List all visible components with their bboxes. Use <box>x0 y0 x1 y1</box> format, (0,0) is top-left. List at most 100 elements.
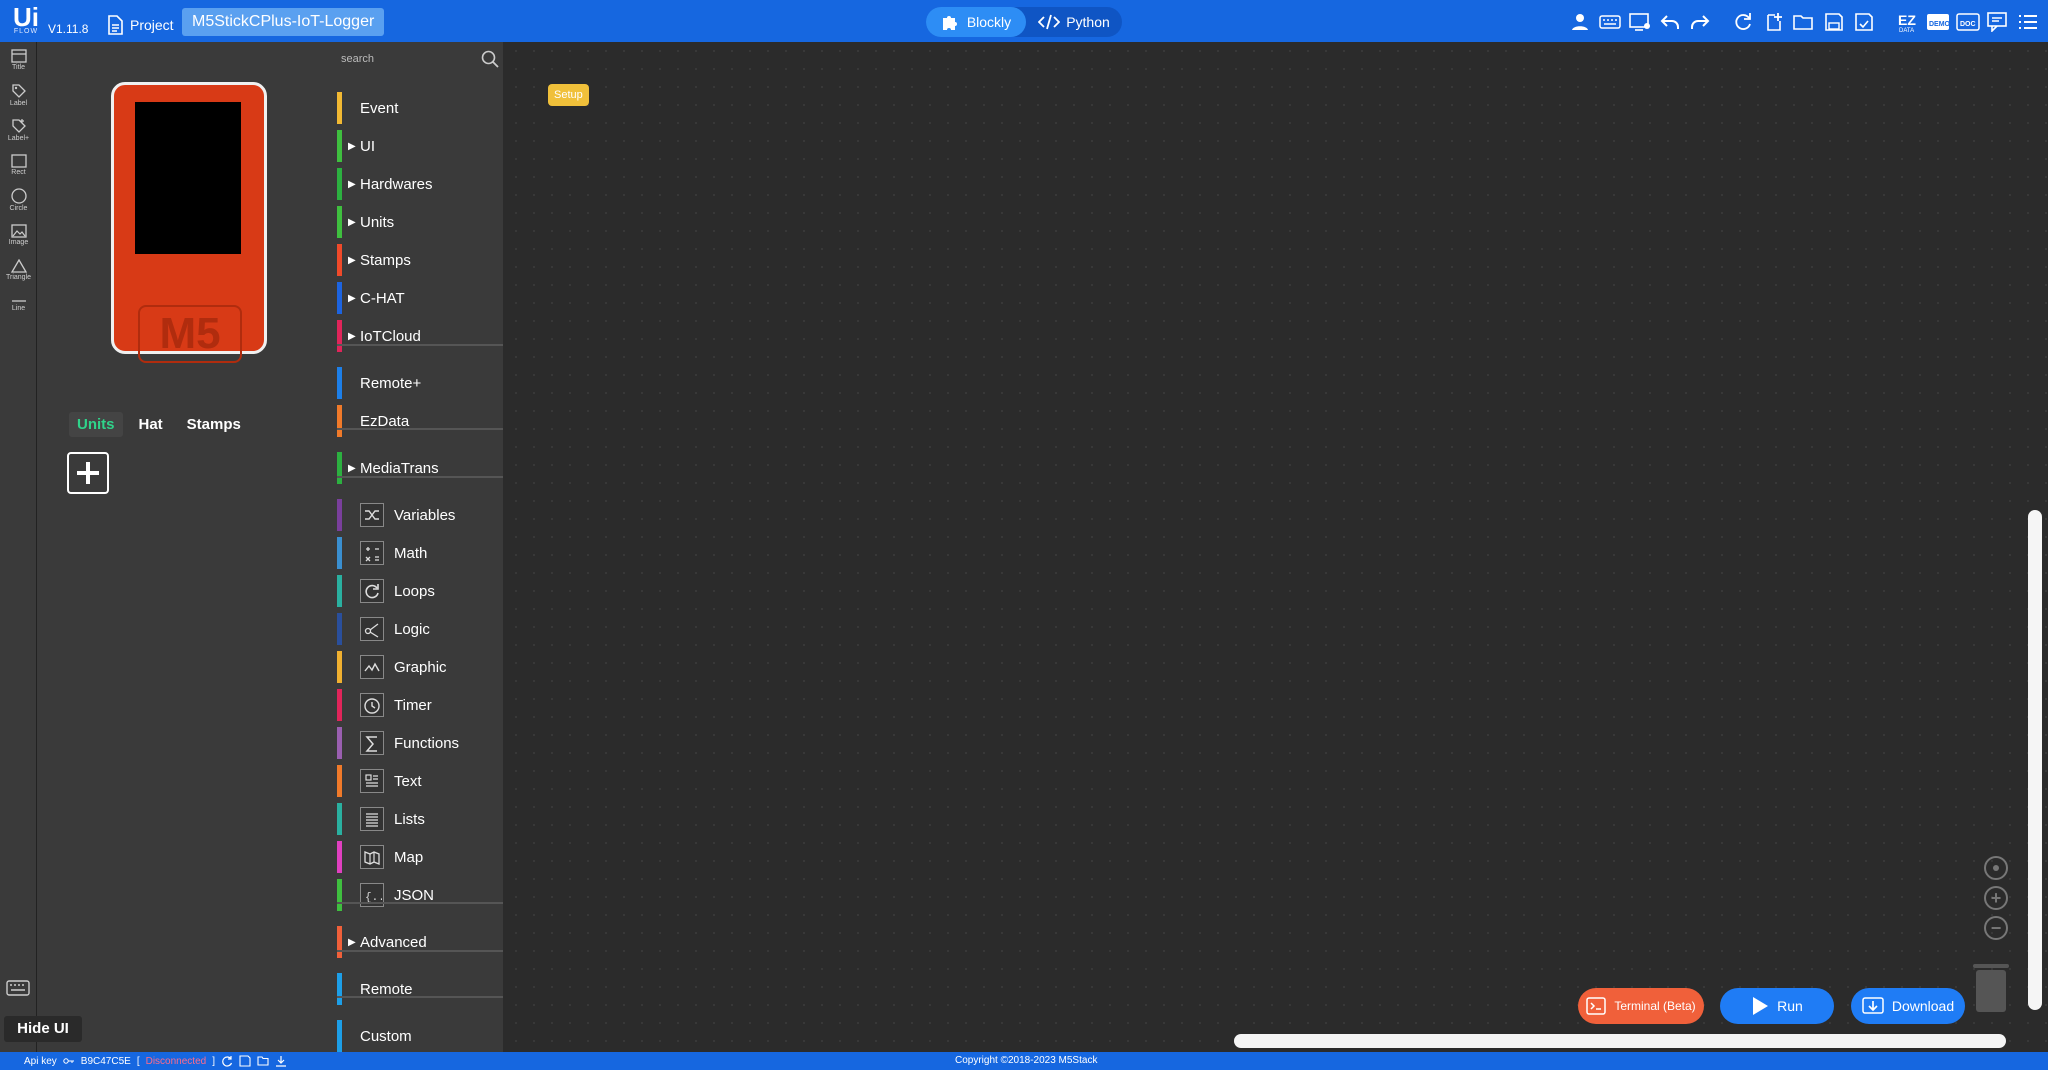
tool-label-plus[interactable]: Label+ <box>0 112 37 147</box>
category-remote-[interactable]: Remote+ <box>337 367 503 399</box>
block-toolbox: search Event ▶ UI ▶ Hardwares ▶ Units ▶ Stamps ▶ C… <box>337 42 505 1052</box>
tool-label: Image <box>8 238 29 246</box>
hide-ui-button[interactable]: Hide UI <box>4 1016 82 1042</box>
category-lists[interactable]: Lists <box>337 803 503 835</box>
category-color-bar <box>337 405 342 437</box>
category-color-bar <box>337 803 342 835</box>
category-c-hat[interactable]: ▶ C-HAT <box>337 282 503 314</box>
map-icon <box>360 845 384 869</box>
zoom-in-icon[interactable]: + <box>1984 886 2008 910</box>
tool-circle[interactable]: Circle <box>0 182 37 217</box>
search-input[interactable]: search <box>341 53 374 65</box>
category-variables[interactable]: Variables <box>337 499 503 531</box>
save-as-icon[interactable] <box>1852 10 1876 34</box>
category-map[interactable]: Map <box>337 841 503 873</box>
zoom-controls: + − <box>1984 856 2008 940</box>
category-units[interactable]: ▶ Units <box>337 206 503 238</box>
search-icon[interactable] <box>481 50 499 68</box>
tool-line[interactable]: Line <box>0 287 37 322</box>
expand-arrow-icon: ▶ <box>348 178 356 190</box>
tab-units[interactable]: Units <box>69 412 123 437</box>
demo-icon[interactable]: DEMO <box>1926 10 1950 34</box>
plus-icon <box>77 462 99 484</box>
terminal-icon <box>1586 997 1607 1015</box>
python-mode-button[interactable]: Python <box>1026 7 1122 37</box>
category-functions[interactable]: Functions <box>337 727 503 759</box>
tool-image[interactable]: Image <box>0 217 37 252</box>
download-small-icon[interactable] <box>275 1055 287 1067</box>
category-advanced[interactable]: ▶ Advanced <box>337 926 503 958</box>
category-graphic[interactable]: Graphic <box>337 651 503 683</box>
download-label: Download <box>1891 998 1955 1014</box>
save-small-icon[interactable] <box>239 1055 251 1067</box>
category-color-bar <box>337 282 342 314</box>
category-ezdata[interactable]: EzData <box>337 405 503 437</box>
category-color-bar <box>337 575 342 607</box>
project-name-field[interactable]: M5StickCPlus-IoT-Logger <box>182 8 385 36</box>
folder-small-icon[interactable] <box>257 1055 269 1067</box>
project-label: Project <box>130 17 174 33</box>
category-mediatrans[interactable]: ▶ MediaTrans <box>337 452 503 484</box>
category-color-bar <box>337 92 342 124</box>
device-screen-icon[interactable] <box>1628 10 1652 34</box>
blockly-mode-button[interactable]: Blockly <box>926 7 1026 37</box>
trash-icon[interactable] <box>1973 964 2009 1012</box>
uiflow-logo[interactable]: Ui FLOW <box>8 4 44 40</box>
category-timer[interactable]: Timer <box>337 689 503 721</box>
add-unit-button[interactable] <box>67 452 109 494</box>
keyboard-icon[interactable] <box>1598 10 1622 34</box>
category-loops[interactable]: Loops <box>337 575 503 607</box>
category-logic[interactable]: Logic <box>337 613 503 645</box>
download-button[interactable]: Download <box>1851 988 1965 1024</box>
tool-title[interactable]: Title <box>0 42 37 77</box>
run-button[interactable]: Run <box>1720 988 1834 1024</box>
refresh-100-icon[interactable] <box>1732 10 1756 34</box>
category-iotcloud[interactable]: ▶ IoTCloud <box>337 320 503 352</box>
new-file-icon[interactable] <box>1762 10 1786 34</box>
horizontal-scrollbar[interactable] <box>1234 1034 2006 1048</box>
redo-icon[interactable] <box>1688 10 1712 34</box>
category-remote[interactable]: Remote <box>337 973 503 1005</box>
device-screen[interactable] <box>135 102 241 254</box>
category-event[interactable]: Event <box>337 92 503 124</box>
category-ui[interactable]: ▶ UI <box>337 130 503 162</box>
open-folder-icon[interactable] <box>1792 10 1816 34</box>
tab-hat[interactable]: Hat <box>131 412 171 437</box>
save-icon[interactable] <box>1822 10 1846 34</box>
undo-icon[interactable] <box>1658 10 1682 34</box>
tool-label: Triangle <box>5 273 32 281</box>
user-icon[interactable] <box>1568 10 1592 34</box>
category-color-bar <box>337 499 342 531</box>
tool-rect[interactable]: Rect <box>0 147 37 182</box>
vertical-scrollbar[interactable] <box>2028 510 2042 1010</box>
ezdata-icon[interactable]: EZ DATA <box>1896 10 1920 34</box>
key-icon <box>63 1058 74 1064</box>
api-key-value[interactable]: B9C47C5E <box>81 1056 131 1067</box>
project-button[interactable]: Project <box>106 12 174 38</box>
category-math[interactable]: Math <box>337 537 503 569</box>
keyboard-shortcuts-icon[interactable] <box>6 980 30 1001</box>
docs-icon[interactable]: DOC <box>1956 10 1980 34</box>
menu-icon[interactable] <box>2016 10 2040 34</box>
tab-stamps[interactable]: Stamps <box>179 412 249 437</box>
category-text[interactable]: Text <box>337 765 503 797</box>
category-custom[interactable]: Custom <box>337 1020 503 1052</box>
terminal-button[interactable]: Terminal (Beta) <box>1578 988 1704 1024</box>
refresh-icon[interactable] <box>221 1055 233 1067</box>
toolbox-search[interactable]: search <box>341 48 499 70</box>
tool-triangle[interactable]: Triangle <box>0 252 37 287</box>
recenter-icon[interactable] <box>1984 856 2008 880</box>
category-stamps[interactable]: ▶ Stamps <box>337 244 503 276</box>
category-hardwares[interactable]: ▶ Hardwares <box>337 168 503 200</box>
zoom-out-icon[interactable]: − <box>1984 916 2008 940</box>
setup-block[interactable]: Setup <box>548 84 589 106</box>
mode-toggle: Blockly Python <box>926 7 1122 37</box>
blockly-workspace[interactable] <box>507 42 2048 1052</box>
tool-label[interactable]: Label <box>0 77 37 112</box>
category-label: Functions <box>394 734 460 752</box>
category-label: Variables <box>394 506 456 524</box>
category-color-bar <box>337 841 342 873</box>
feedback-icon[interactable] <box>1986 10 2010 34</box>
category-json[interactable]: {..}JSON <box>337 879 503 911</box>
expand-arrow-icon: ▶ <box>348 462 356 474</box>
